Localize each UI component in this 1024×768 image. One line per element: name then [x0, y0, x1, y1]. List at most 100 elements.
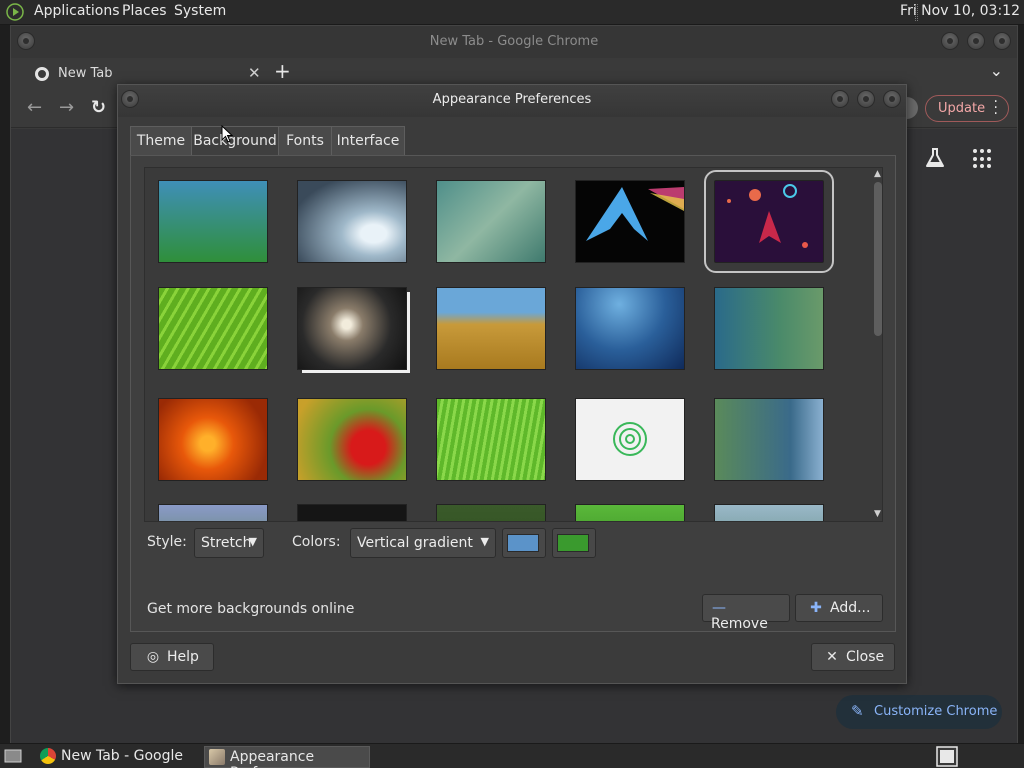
close-window-button[interactable] [993, 32, 1011, 50]
scroll-down-arrow-icon[interactable]: ▼ [874, 509, 881, 519]
wallpaper-thumb[interactable] [297, 504, 407, 521]
secondary-color-button[interactable] [552, 528, 596, 558]
colors-label: Colors: [292, 534, 341, 550]
dialog-titlebar[interactable]: Appearance Preferences [118, 85, 906, 117]
remove-button[interactable]: —Remove [702, 594, 790, 632]
chrome-window-title: New Tab - Google Chrome [429, 34, 599, 49]
wallpaper-thumb[interactable] [158, 504, 268, 521]
colors-dropdown[interactable]: Vertical gradient ▼ [350, 528, 496, 558]
wallpaper-scrollbar[interactable]: ▲ ▼ [872, 168, 882, 521]
wallpaper-thumb[interactable] [158, 287, 268, 370]
google-apps-grid-icon[interactable] [973, 149, 993, 169]
appearance-preferences-icon [209, 749, 225, 765]
labs-flask-icon[interactable] [923, 146, 947, 170]
colors-dropdown-value: Vertical gradient [357, 535, 473, 551]
style-colors-row: Style: Stretch ▼ Colors: Vertical gradie… [147, 528, 877, 558]
minimize-button[interactable] [941, 32, 959, 50]
new-tab-button[interactable]: + [274, 59, 291, 83]
wallpaper-thumb[interactable] [297, 398, 407, 481]
chrome-tab-label: New Tab [58, 66, 113, 81]
help-button-label: Help [167, 649, 199, 665]
wallpaper-thumb[interactable] [158, 180, 268, 263]
dropdown-caret-icon: ▼ [248, 535, 257, 548]
more-backgrounds-link[interactable]: Get more backgrounds online [147, 601, 354, 617]
help-button[interactable]: ◎ Help [130, 643, 214, 671]
appearance-preferences-dialog: Appearance Preferences Theme Background … [117, 84, 907, 684]
wallpaper-thumb[interactable] [436, 180, 546, 263]
dialog-title: Appearance Preferences [432, 92, 592, 107]
menu-places[interactable]: Places [122, 3, 167, 19]
pencil-icon: ✎ [851, 702, 864, 720]
menu-system[interactable]: System [174, 3, 226, 19]
tab-fonts[interactable]: Fonts [278, 126, 332, 156]
menu-applications[interactable]: Applications [34, 3, 120, 19]
customize-chrome-button[interactable]: ✎ Customize Chrome [836, 695, 1002, 729]
wallpaper-thumb[interactable] [436, 504, 546, 521]
tab-theme[interactable]: Theme [130, 126, 192, 156]
dropdown-caret-icon: ▼ [480, 535, 489, 548]
style-dropdown-value: Stretch [201, 535, 252, 551]
reload-icon[interactable]: ↻ [91, 97, 106, 118]
wallpaper-thumb[interactable] [158, 398, 268, 481]
close-button-label: Close [846, 649, 885, 665]
minus-icon: — [712, 600, 726, 616]
help-lifebuoy-icon: ◎ [146, 649, 160, 665]
wallpaper-thumb[interactable] [297, 180, 407, 263]
forward-arrow-icon[interactable]: → [59, 97, 74, 118]
update-button-label: Update [938, 101, 986, 116]
customize-chrome-label: Customize Chrome [874, 704, 998, 719]
style-dropdown[interactable]: Stretch ▼ [194, 528, 264, 558]
primary-color-swatch [507, 534, 539, 552]
dialog-close-button[interactable] [883, 90, 901, 108]
chrome-titlebar[interactable]: New Tab - Google Chrome [11, 26, 1017, 58]
chrome-favicon-icon [35, 67, 49, 81]
back-arrow-icon[interactable]: ← [27, 97, 42, 118]
plus-icon: ✚ [810, 600, 822, 616]
close-tab-icon[interactable]: ✕ [248, 64, 261, 82]
dialog-minimize-button[interactable] [831, 90, 849, 108]
background-tab-panel: ▲ ▼ Style: Stretch ▼ Colors: Vertical gr… [130, 155, 896, 632]
taskbar: New Tab - Google ... Appearance Prefere.… [0, 743, 1024, 768]
tab-interface[interactable]: Interface [331, 126, 405, 156]
add-button-label: Add... [830, 600, 871, 616]
workspace-switcher-icon[interactable] [936, 746, 958, 767]
show-desktop-icon[interactable] [4, 748, 22, 764]
taskbar-item-chrome[interactable]: New Tab - Google ... [36, 746, 196, 768]
tab-search-chevron-icon[interactable]: ⌄ [990, 61, 1003, 80]
style-label: Style: [147, 534, 187, 550]
distro-logo-icon[interactable] [5, 2, 25, 22]
add-button[interactable]: ✚ Add... [795, 594, 883, 622]
remove-button-label: Remove [711, 616, 768, 632]
wallpaper-grid[interactable]: ▲ ▼ [144, 167, 883, 522]
scrollbar-thumb[interactable] [874, 182, 882, 336]
taskbar-item-appearance[interactable]: Appearance Prefere... [204, 746, 370, 768]
taskbar-item-label: New Tab - Google ... [61, 748, 184, 768]
clock[interactable]: Fri Nov 10, 03:12 [900, 3, 1020, 19]
close-x-icon: ✕ [826, 649, 838, 665]
wallpaper-thumb[interactable] [714, 504, 824, 521]
kebab-menu-icon[interactable]: · · · [994, 95, 998, 121]
dialog-maximize-button[interactable] [857, 90, 875, 108]
wallpaper-thumb[interactable] [436, 398, 546, 481]
wallpaper-thumb[interactable] [575, 504, 685, 521]
wallpaper-thumb[interactable] [575, 398, 685, 481]
background-actions-row: Get more backgrounds online —Remove ✚ Add… [147, 594, 887, 632]
chrome-logo-icon [40, 748, 56, 764]
maximize-button[interactable] [967, 32, 985, 50]
wallpaper-thumb[interactable] [575, 180, 685, 263]
taskbar-item-label: Appearance Prefere... [230, 749, 315, 768]
tab-background[interactable]: Background [191, 126, 279, 156]
close-button[interactable]: ✕ Close [811, 643, 895, 671]
update-button[interactable]: Update · · · [925, 95, 1009, 122]
secondary-color-swatch [557, 534, 589, 552]
wallpaper-thumb[interactable] [575, 287, 685, 370]
wallpaper-thumb[interactable] [714, 398, 824, 481]
wallpaper-thumb[interactable] [297, 287, 407, 370]
wallpaper-thumb[interactable] [714, 287, 824, 370]
wallpaper-thumb[interactable] [436, 287, 546, 370]
top-panel: Applications Places System Fri Nov 10, 0… [0, 0, 1024, 25]
scroll-up-arrow-icon[interactable]: ▲ [874, 169, 881, 179]
wallpaper-thumb-selected[interactable] [704, 170, 834, 273]
primary-color-button[interactable] [502, 528, 546, 558]
mouse-cursor-icon [221, 125, 233, 143]
